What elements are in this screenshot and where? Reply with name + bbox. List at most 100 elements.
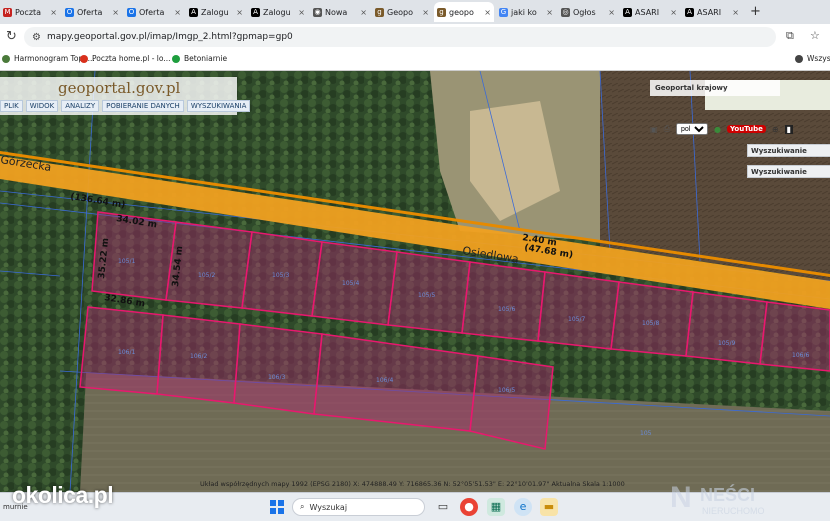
tab-favicon-icon: g (437, 7, 446, 17)
geoportal-toolbar: ▣ ⎙ pol ● YouTube ⊕ ▮ (650, 120, 830, 138)
bookmark-label: Betoniarnie (184, 54, 228, 63)
parcel-id: 105/7 (568, 316, 585, 323)
close-tab-icon[interactable]: × (295, 8, 305, 17)
youtube-link[interactable]: YouTube (726, 125, 766, 133)
browser-tab[interactable]: O Oferta × (62, 2, 122, 22)
parcel-id: 105/9 (718, 340, 735, 347)
language-select[interactable]: pol (675, 123, 708, 135)
parcel-id: 105/1 (118, 258, 135, 265)
settings-icon[interactable]: ⊕ (772, 125, 779, 134)
close-tab-icon[interactable]: × (729, 8, 739, 17)
menu-icon[interactable]: ▮ (784, 124, 794, 134)
save-icon[interactable]: ⎙ (664, 124, 670, 134)
parcel-id: 106/1 (118, 349, 135, 356)
taskbar-search-label: Wyszukaj (309, 502, 348, 512)
geoportal-menu-item[interactable]: WIDOK (25, 100, 59, 112)
browser-tab[interactable]: M Poczta × (0, 2, 60, 22)
parcel-id: 105/5 (418, 292, 435, 299)
browser-tab[interactable]: Gjaki ko × (496, 2, 556, 22)
site-settings-icon[interactable]: ⚙ (32, 32, 41, 43)
geoportal-menu-item[interactable]: WYSZUKIWANIA (186, 100, 251, 112)
geoportal-logo[interactable]: geoportal.gov.pl (58, 79, 180, 97)
chrome-icon[interactable]: ● (460, 498, 478, 516)
close-tab-icon[interactable]: × (233, 8, 243, 17)
geoportal-menu-item[interactable]: POBIERANIE DANYCH (102, 100, 184, 112)
geoportal-menu: PLIK WIDOK ANALIZY POBIERANIE DANYCH WYSZUKI… (0, 100, 251, 112)
close-tab-icon[interactable]: × (47, 8, 57, 17)
tab-label: Oferta (139, 7, 165, 17)
tab-label: Zalogu (263, 7, 291, 17)
watermark-agency-sub: NIERUCHOMO (702, 506, 765, 516)
close-tab-icon[interactable]: × (419, 8, 429, 17)
parcel[interactable] (610, 281, 694, 357)
bookmark-star-icon[interactable]: ☆ (810, 29, 820, 42)
print-icon[interactable]: ▣ (650, 125, 658, 134)
url-text: mapy.geoportal.gov.pl/imap/Imgp_2.html?g… (46, 32, 293, 42)
reload-icon[interactable]: ↻ (6, 29, 17, 44)
browser-tab[interactable]: ◎ Ogłos × (558, 2, 618, 22)
parcel-id: 106/6 (792, 352, 809, 359)
tab-label: Poczta (15, 7, 42, 17)
install-app-icon[interactable]: ⧉ (786, 29, 794, 43)
tab-label: Nowa (325, 7, 348, 17)
close-tab-icon[interactable]: × (109, 8, 119, 17)
windows-start-icon[interactable] (270, 500, 284, 514)
browser-tab[interactable]: A Zalogu × (186, 2, 246, 22)
parcel[interactable] (685, 291, 768, 365)
new-tab-button[interactable]: + (750, 4, 761, 19)
parcel-id: 105 (640, 430, 652, 437)
tab-label: geopo (449, 7, 474, 17)
browser-tab[interactable]: O Oferta × (124, 2, 184, 22)
close-tab-icon[interactable]: × (667, 8, 677, 17)
tab-favicon-icon: G (499, 7, 508, 17)
help-icon[interactable]: ● (714, 125, 721, 134)
browser-tab[interactable]: A ASARI × (682, 2, 742, 22)
browser-tab[interactable]: A Zalogu × (248, 2, 308, 22)
bookmark-item[interactable]: Betoniarnie (172, 54, 227, 63)
tab-favicon-icon: A (251, 7, 260, 17)
browser-tab[interactable]: ◉ Nowa × (310, 2, 370, 22)
browser-tab-bar: + M Poczta × O Oferta × O Oferta × A Zalogu × A Zalog… (0, 0, 830, 24)
browser-tab[interactable]: A ASARI × (620, 2, 680, 22)
tab-favicon-icon: ◎ (561, 7, 570, 17)
tab-label: Geopo (387, 7, 413, 17)
edge-icon[interactable]: e (514, 498, 532, 516)
parcel-id: 106/3 (268, 374, 285, 381)
tab-favicon-icon: A (189, 7, 198, 17)
parcel[interactable] (759, 301, 830, 372)
browser-tab[interactable]: g Geopo × (372, 2, 432, 22)
search-icon: ⌕ (300, 502, 305, 511)
bookmark-favicon-icon (2, 54, 10, 63)
parcel[interactable] (233, 323, 323, 415)
agency-logo-svg: N NEŚCI NIERUCHOMO (670, 481, 765, 516)
close-tab-icon[interactable]: × (481, 8, 491, 17)
search-button[interactable]: Wyszukiwanie (747, 165, 830, 178)
close-tab-icon[interactable]: × (605, 8, 615, 17)
geoportal-menu-item[interactable]: PLIK (0, 100, 23, 112)
search-button[interactable]: Wyszukiwanie (747, 144, 830, 157)
geoportal-menu-item[interactable]: ANALIZY (61, 100, 100, 112)
browser-tab[interactable]: g geopo × (434, 2, 494, 22)
parcel[interactable] (461, 261, 546, 342)
close-tab-icon[interactable]: × (543, 8, 553, 17)
bookmark-item[interactable]: Wszys (795, 54, 830, 63)
watermark-okolica: okolica.pl (12, 482, 114, 508)
tab-label: Ogłos (573, 7, 596, 17)
close-tab-icon[interactable]: × (357, 8, 367, 17)
task-view-icon[interactable]: ▭ (434, 498, 452, 516)
store-icon[interactable]: ▦ (487, 498, 505, 516)
explorer-icon[interactable]: ▬ (540, 498, 558, 516)
url-field[interactable]: ⚙ mapy.geoportal.gov.pl/imap/Imgp_2.html… (24, 27, 776, 47)
parcel-id: 105/8 (642, 320, 659, 327)
bookmark-favicon-icon (80, 54, 88, 63)
watermark-agency-name: NEŚCI (700, 484, 755, 505)
tab-favicon-icon: A (685, 7, 694, 17)
bookmark-item[interactable]: Poczta home.pl - lo... (80, 54, 170, 63)
parcel[interactable] (537, 271, 620, 350)
overview-title: Geoportal krajowy (650, 80, 780, 96)
tab-label: Zalogu (201, 7, 229, 17)
close-tab-icon[interactable]: × (171, 8, 181, 17)
taskbar-search[interactable]: ⌕ Wyszukaj (292, 498, 425, 516)
tab-favicon-icon: g (375, 7, 384, 17)
tab-favicon-icon: O (65, 7, 74, 17)
